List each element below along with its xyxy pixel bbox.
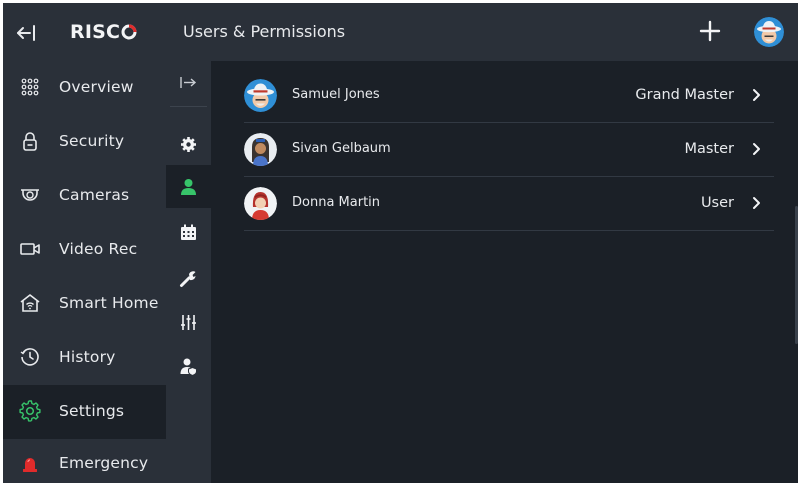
app-window: RISC Overview Security Cameras Video Rec… [3, 3, 798, 483]
user-role: Grand Master [635, 87, 734, 103]
user-name: Samuel Jones [292, 87, 380, 102]
add-user-button[interactable] [698, 19, 722, 43]
sidebar-item-label: History [59, 348, 116, 366]
user-row[interactable]: Sivan Gelbaum Master [244, 123, 774, 177]
header-bar: Users & Permissions [166, 3, 798, 61]
padlock-icon [23, 132, 37, 151]
sidebar-item-video-rec[interactable]: Video Rec [3, 223, 166, 277]
sidebar-item-label: Video Rec [59, 240, 138, 258]
history-clock-icon [20, 348, 39, 366]
scrollbar[interactable] [795, 206, 798, 344]
chevron-right-icon [753, 89, 760, 101]
row-divider [244, 230, 774, 231]
user-name: Sivan Gelbaum [292, 141, 391, 156]
logo-ring-icon [121, 24, 137, 40]
user-name: Donna Martin [292, 195, 381, 210]
brand-logo-text: RISC [70, 21, 121, 43]
subnav-expand[interactable] [166, 61, 211, 104]
sliders-icon [181, 315, 196, 330]
grid-dots-icon [21, 78, 39, 96]
subnav-item-permissions[interactable] [166, 345, 211, 388]
avatar-cowboy-hat-icon [244, 79, 277, 112]
subnav-item-users[interactable] [166, 165, 211, 208]
sidebar-item-label: Settings [59, 402, 125, 420]
avatar [244, 187, 277, 220]
chevron-right-icon [753, 197, 760, 209]
subnav-item-schedule[interactable] [166, 211, 211, 254]
sidebar-item-settings[interactable]: Settings [3, 385, 166, 439]
brand-logo: RISC [70, 19, 137, 45]
expand-arrow-icon [180, 77, 197, 88]
wrench-icon [180, 271, 196, 287]
avatar [244, 79, 277, 112]
back-arrow-icon[interactable] [14, 21, 38, 45]
settings-subnav [166, 61, 211, 483]
avatar-cowboy-hat-icon [754, 17, 784, 47]
subnav-divider [170, 106, 207, 107]
user-shield-icon [180, 358, 197, 376]
avatar [244, 133, 277, 166]
brand-row: RISC [3, 3, 166, 61]
subnav-item-tools[interactable] [166, 257, 211, 300]
chevron-right-icon [753, 143, 760, 155]
user-row[interactable]: Donna Martin User [244, 177, 774, 231]
sidebar-item-label: Cameras [59, 186, 130, 204]
sidebar-item-label: Smart Home [59, 294, 159, 312]
user-row[interactable]: Samuel Jones Grand Master [244, 69, 774, 123]
sidebar-item-overview[interactable]: Overview [3, 61, 166, 115]
user-icon [181, 179, 196, 195]
sidebar-item-emergency[interactable]: Emergency [3, 437, 166, 483]
sidebar-item-label: Security [59, 132, 125, 150]
dome-camera-icon [21, 189, 39, 201]
sidebar-item-security[interactable]: Security [3, 115, 166, 169]
video-camera-icon [20, 243, 40, 255]
sidebar-item-smart-home[interactable]: Smart Home [3, 277, 166, 331]
avatar-woman-dark-hair-icon [244, 133, 277, 166]
sidebar: RISC Overview Security Cameras Video Rec… [3, 3, 166, 483]
gear-icon [19, 400, 41, 422]
sidebar-item-label: Emergency [59, 454, 149, 472]
sidebar-item-label: Overview [59, 78, 134, 96]
sidebar-item-cameras[interactable]: Cameras [3, 169, 166, 223]
sidebar-item-history[interactable]: History [3, 331, 166, 385]
calendar-icon [181, 224, 196, 240]
user-role: User [700, 195, 734, 211]
smart-home-icon [20, 294, 40, 312]
account-avatar[interactable] [754, 17, 784, 47]
user-role: Master [684, 141, 734, 157]
gear-icon [181, 137, 196, 152]
page-title: Users & Permissions [183, 22, 346, 41]
avatar-woman-red-hair-icon [244, 187, 277, 220]
subnav-item-adjustments[interactable] [166, 301, 211, 344]
subnav-item-general[interactable] [166, 123, 211, 166]
siren-icon [23, 458, 37, 472]
